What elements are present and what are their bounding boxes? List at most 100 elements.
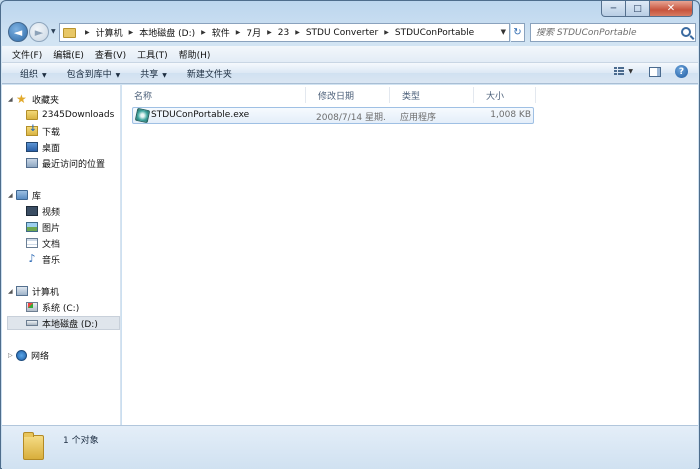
chevron-down-icon: ▼ [115,71,121,79]
new-folder-button[interactable]: 新建文件夹 [187,67,232,80]
chevron-right-icon[interactable]: ▶ [295,29,300,36]
share-label: 共享 [140,69,159,80]
menu-edit[interactable]: 编辑(E) [53,48,84,61]
file-type: 应用程序 [400,113,437,123]
help-icon[interactable]: ? [675,65,688,78]
breadcrumb-stduconportable[interactable]: STDUConPortable [395,28,474,38]
expand-arrow-icon[interactable]: ▷ [8,352,16,359]
sidebar-item-favorites[interactable]: ◢ ★ 收藏夹 [8,92,59,106]
folder-icon [63,27,76,38]
recent-pages-dropdown-icon[interactable]: ▼ [51,28,56,35]
downloads-folder-icon [26,124,38,136]
menu-tools[interactable]: 工具(T) [137,48,168,61]
refresh-icon: ↻ [513,27,522,38]
search-input[interactable] [536,27,676,38]
chevron-down-icon: ▼ [42,71,47,79]
organize-button[interactable]: 组织 ▼ [20,67,47,80]
sidebar-item-recent-places[interactable]: 最近访问的位置 [26,156,105,170]
item-count: 1 个对象 [63,436,99,446]
video-library-icon [26,206,38,216]
close-button[interactable]: ✕ [650,1,693,17]
chevron-right-icon[interactable]: ▶ [201,29,206,36]
address-bar[interactable]: ▶ 计算机 ▶ 本地磁盘 (D:) ▶ 软件 ▶ 7月 ▶ 23 ▶ STDU … [59,23,510,42]
refresh-button[interactable]: ↻ [511,23,525,42]
sidebar-item-drive-c[interactable]: 系统 (C:) [26,300,79,314]
breadcrumb-computer[interactable]: 计算机 [96,26,123,39]
breadcrumb-software[interactable]: 软件 [212,26,230,39]
file-name: STDUConPortable.exe [151,110,250,120]
system-drive-icon [26,302,38,312]
details-pane: 1 个对象 [2,425,698,469]
star-icon: ★ [16,92,27,106]
menu-file[interactable]: 文件(F) [12,48,42,61]
include-in-library-label: 包含到库中 [66,69,112,80]
menu-view[interactable]: 查看(V) [95,48,126,61]
toolbar-right: ▼ ? [614,65,688,78]
sidebar-item-documents[interactable]: 文档 [26,236,60,250]
breadcrumb-july[interactable]: 7月 [246,26,261,39]
sidebar-item-label: 2345Downloads [42,110,115,120]
breadcrumb-stdu-converter[interactable]: STDU Converter [306,28,378,38]
library-icon [16,190,28,200]
view-options-icon[interactable] [614,67,625,76]
chevron-right-icon[interactable]: ▶ [129,29,134,36]
minimize-button[interactable]: ─ [601,1,626,17]
sidebar-item-pictures[interactable]: 图片 [26,220,60,234]
chevron-right-icon[interactable]: ▶ [267,29,272,36]
back-button[interactable]: ◄ [8,22,28,42]
sidebar-item-music[interactable]: ♪ 音乐 [26,252,60,266]
sidebar-item-2345downloads[interactable]: 2345Downloads [26,108,114,122]
sidebar-item-label: 视频 [42,207,61,218]
chevron-down-icon: ▼ [162,71,167,79]
file-size: 1,008 KB [490,110,531,120]
column-header-type[interactable]: 类型 [390,87,474,103]
include-in-library-button[interactable]: 包含到库中 ▼ [67,67,121,80]
sidebar-item-label: 最近访问的位置 [42,159,106,170]
preview-pane-icon[interactable] [649,66,661,77]
search-icon[interactable] [681,27,691,37]
column-header-name[interactable]: 名称 [122,87,306,103]
documents-library-icon [26,238,38,248]
navigation-pane: ◢ ★ 收藏夹 2345Downloads 下载 桌面 最近访问的位置 ◢ 库 … [2,85,121,425]
sidebar-item-libraries[interactable]: ◢ 库 [8,188,41,202]
sidebar-item-network[interactable]: ▷ 网络 [8,348,49,362]
sidebar-item-computer[interactable]: ◢ 计算机 [8,284,59,298]
search-box[interactable] [530,23,696,42]
sidebar-item-downloads[interactable]: 下载 [26,124,60,138]
chevron-right-icon[interactable]: ▶ [236,29,241,36]
expand-arrow-icon[interactable]: ◢ [8,192,16,199]
pictures-library-icon [26,222,38,232]
column-header-size[interactable]: 大小 [474,87,536,103]
expand-arrow-icon[interactable]: ◢ [8,288,16,295]
application-icon [134,107,151,124]
sidebar-item-desktop[interactable]: 桌面 [26,140,60,154]
chevron-right-icon[interactable]: ▶ [85,29,90,36]
maximize-button[interactable]: □ [626,1,650,17]
sidebar-item-drive-d[interactable]: 本地磁盘 (D:) [7,316,120,330]
forward-button[interactable]: ► [29,22,49,42]
sidebar-item-label: 桌面 [42,143,61,154]
file-row[interactable]: STDUConPortable.exe 2008/7/14 星期... 应用程序… [132,107,534,124]
share-button[interactable]: 共享 ▼ [140,67,167,80]
breadcrumb-23[interactable]: 23 [278,28,289,38]
chevron-right-icon[interactable]: ▶ [384,29,389,36]
sidebar-item-label: 库 [32,191,42,202]
expand-arrow-icon[interactable]: ◢ [8,96,16,103]
breadcrumb-drive-d[interactable]: 本地磁盘 (D:) [139,26,195,39]
navigation-bar: ◄ ► ▼ ▶ 计算机 ▶ 本地磁盘 (D:) ▶ 软件 ▶ 7月 ▶ 23 ▶… [6,21,696,45]
menu-help[interactable]: 帮助(H) [179,48,211,61]
file-list[interactable]: 名称 修改日期 类型 大小 STDUConPortable.exe 2008/7… [122,85,698,425]
hard-drive-icon [26,320,38,326]
address-dropdown-icon[interactable]: ▼ [501,28,506,36]
folder-icon [26,110,38,120]
view-dropdown-icon[interactable]: ▼ [628,68,633,75]
caption-buttons: ─ □ ✕ [601,1,693,17]
recent-places-icon [26,158,38,168]
sidebar-item-label: 网络 [31,351,50,362]
sidebar-item-label: 下载 [42,127,61,138]
column-header-date[interactable]: 修改日期 [306,87,390,103]
sidebar-item-videos[interactable]: 视频 [26,204,60,218]
folder-icon [23,432,44,460]
file-modified-date: 2008/7/14 星期... [316,113,386,123]
music-note-icon: ♪ [28,252,36,265]
